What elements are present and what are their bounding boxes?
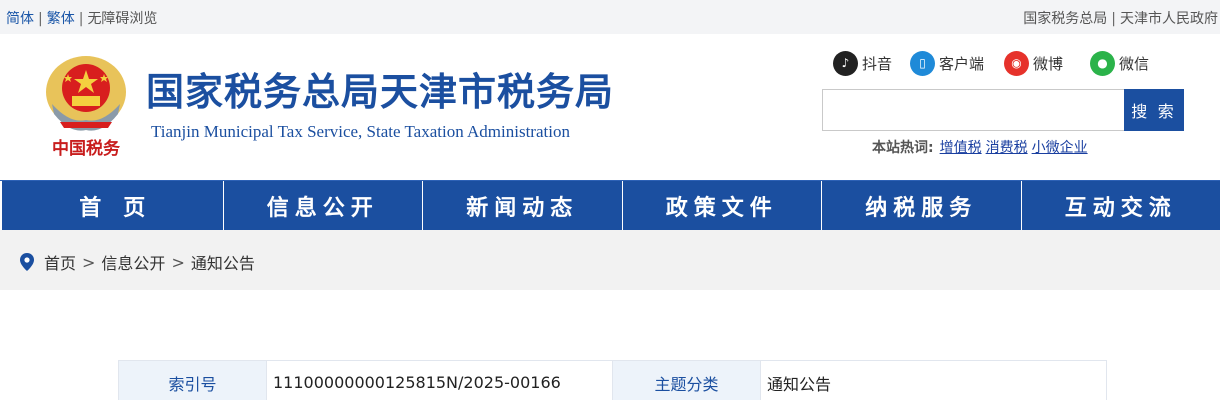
- accessible-browsing-link[interactable]: 无障碍浏览: [87, 11, 157, 27]
- language-switcher: 简体 | 繁体 | 无障碍浏览: [6, 8, 157, 28]
- hot-word-link[interactable]: 小微企业: [1032, 140, 1088, 156]
- nav-item-news[interactable]: 新闻动态: [422, 181, 622, 231]
- breadcrumb: 首页 > 信息公开 > 通知公告: [20, 250, 255, 274]
- top-utility-bar: 简体 | 繁体 | 无障碍浏览 国家税务总局 | 天津市人民政府: [0, 0, 1220, 34]
- traditional-chinese-link[interactable]: 繁体: [47, 11, 75, 27]
- nav-item-info-disclosure[interactable]: 信息公开: [222, 181, 423, 231]
- related-sites: 国家税务总局 | 天津市人民政府: [1023, 8, 1218, 28]
- separator: |: [78, 11, 84, 27]
- weibo-icon: ◉: [1004, 50, 1029, 76]
- client-link[interactable]: ▯ 客户端: [910, 50, 984, 76]
- separator: |: [38, 11, 43, 27]
- simplified-chinese-link[interactable]: 简体: [6, 11, 34, 27]
- location-pin-icon: [20, 253, 34, 271]
- douyin-icon: ♪: [833, 50, 858, 76]
- national-emblem-icon: 中国税务: [46, 56, 126, 159]
- sta-link[interactable]: 国家税务总局: [1023, 11, 1107, 27]
- weibo-label: 微博: [1033, 54, 1064, 73]
- tianjin-gov-link[interactable]: 天津市人民政府: [1120, 11, 1218, 27]
- search-input[interactable]: [822, 89, 1124, 131]
- hot-word-link[interactable]: 增值税: [940, 140, 982, 156]
- breadcrumb-separator: >: [82, 252, 96, 272]
- search-button[interactable]: 搜 索: [1124, 89, 1184, 131]
- wechat-icon: ●: [1090, 50, 1115, 76]
- hot-words-label: 本站热词:: [872, 140, 934, 156]
- nav-item-home[interactable]: 首页: [0, 181, 223, 231]
- weixin-link[interactable]: ● 微信: [1090, 50, 1149, 76]
- nav-item-tax-service[interactable]: 纳税服务: [821, 181, 1021, 231]
- hot-words: 本站热词: 增值税 消费税 小微企业: [872, 137, 1092, 157]
- breadcrumb-info-disclosure[interactable]: 信息公开: [101, 250, 165, 274]
- client-label: 客户端: [939, 54, 985, 73]
- mobile-client-icon: ▯: [910, 50, 935, 76]
- table-row: 索引号 11100000000125815N/2025-00166 主题分类 通…: [118, 360, 1107, 400]
- site-subtitle: Tianjin Municipal Tax Service, State Tax…: [151, 122, 570, 141]
- breadcrumb-notices[interactable]: 通知公告: [191, 250, 255, 274]
- index-number-value: 11100000000125815N/2025-00166: [266, 360, 613, 400]
- separator: |: [1111, 11, 1116, 27]
- douyin-link[interactable]: ♪ 抖音: [833, 50, 892, 76]
- breadcrumb-bar: 首页 > 信息公开 > 通知公告: [0, 230, 1220, 290]
- nav-item-interaction[interactable]: 互动交流: [1020, 181, 1220, 231]
- breadcrumb-separator: >: [171, 252, 185, 272]
- nav-item-policy[interactable]: 政策文件: [621, 181, 822, 231]
- topic-category-value: 通知公告: [760, 360, 1107, 400]
- douyin-label: 抖音: [862, 54, 893, 73]
- document-meta-table: 索引号 11100000000125815N/2025-00166 主题分类 通…: [118, 360, 1107, 400]
- topic-category-label: 主题分类: [612, 360, 761, 400]
- emblem-text: 中国税务: [52, 138, 121, 159]
- main-nav: 首页 信息公开 新闻动态 政策文件 纳税服务 互动交流: [0, 180, 1220, 231]
- index-number-label: 索引号: [118, 360, 267, 400]
- site-title[interactable]: 国家税务总局天津市税务局: [146, 70, 614, 114]
- hot-word-link[interactable]: 消费税: [986, 140, 1028, 156]
- breadcrumb-home[interactable]: 首页: [44, 250, 76, 274]
- site-header: 中国税务 国家税务总局天津市税务局 Tianjin Municipal Tax …: [0, 34, 1220, 180]
- weixin-label: 微信: [1119, 54, 1150, 73]
- weibo-link[interactable]: ◉ 微博: [1004, 50, 1063, 76]
